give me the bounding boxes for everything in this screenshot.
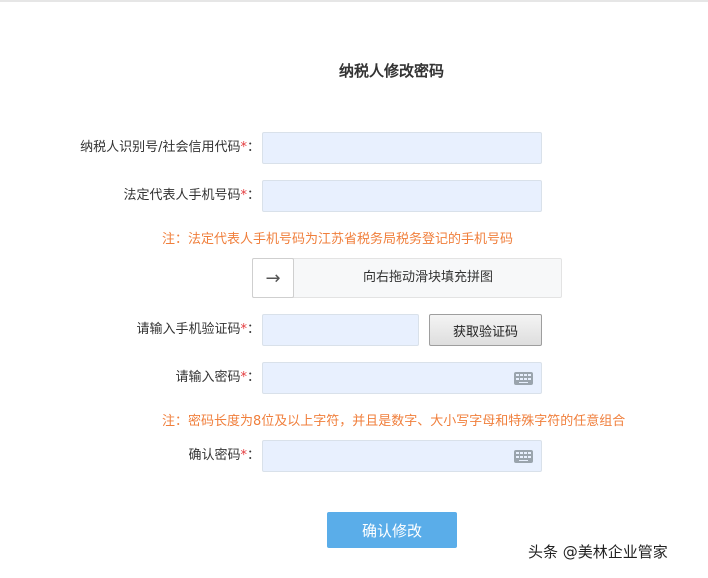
label-colon: ： bbox=[246, 448, 260, 463]
legal-rep-phone-label-text: 法定代表人手机号码 bbox=[123, 188, 241, 203]
password-note: 注：密码长度为8位及以上字符，并且是数字、大小写字母和特殊字符的任意组合 bbox=[162, 414, 626, 429]
legal-rep-phone-input[interactable] bbox=[262, 180, 542, 212]
top-divider bbox=[0, 0, 708, 2]
confirm-password-label-text: 确认密码 bbox=[188, 448, 241, 463]
password-label: 请输入密码*： bbox=[175, 363, 260, 393]
label-colon: ： bbox=[246, 370, 260, 385]
password-label-text: 请输入密码 bbox=[175, 370, 241, 385]
confirm-password-input[interactable] bbox=[262, 440, 542, 472]
confirm-password-label: 确认密码*： bbox=[188, 441, 260, 471]
submit-button[interactable]: 确认修改 bbox=[327, 512, 457, 548]
get-code-button[interactable]: 获取验证码 bbox=[429, 314, 542, 346]
taxpayer-id-label: 纳税人识别号/社会信用代码*： bbox=[80, 133, 260, 163]
legal-rep-phone-label: 法定代表人手机号码*： bbox=[123, 181, 260, 211]
keyboard-icon[interactable] bbox=[514, 372, 533, 385]
taxpayer-id-input[interactable] bbox=[262, 132, 542, 164]
watermark: 头条 @美林企业管家 bbox=[528, 543, 668, 561]
sms-code-input[interactable] bbox=[262, 314, 419, 346]
label-colon: ： bbox=[246, 322, 260, 337]
slider-text: 向右拖动滑块填充拼图 bbox=[362, 270, 493, 285]
page-title: 纳税人修改密码 bbox=[338, 62, 444, 80]
slider-captcha[interactable]: → 向右拖动滑块填充拼图 bbox=[252, 258, 562, 298]
keyboard-icon[interactable] bbox=[514, 450, 533, 463]
phone-note: 注：法定代表人手机号码为江苏省税务局税务登记的手机号码 bbox=[162, 232, 514, 247]
arrow-right-icon[interactable]: → bbox=[252, 258, 294, 298]
password-input[interactable] bbox=[262, 362, 542, 394]
sms-code-label-text: 请输入手机验证码 bbox=[136, 322, 241, 337]
label-colon: ： bbox=[246, 188, 260, 203]
taxpayer-id-label-text: 纳税人识别号/社会信用代码 bbox=[80, 140, 241, 155]
label-colon: ： bbox=[246, 140, 260, 155]
sms-code-label: 请输入手机验证码*： bbox=[136, 315, 260, 345]
